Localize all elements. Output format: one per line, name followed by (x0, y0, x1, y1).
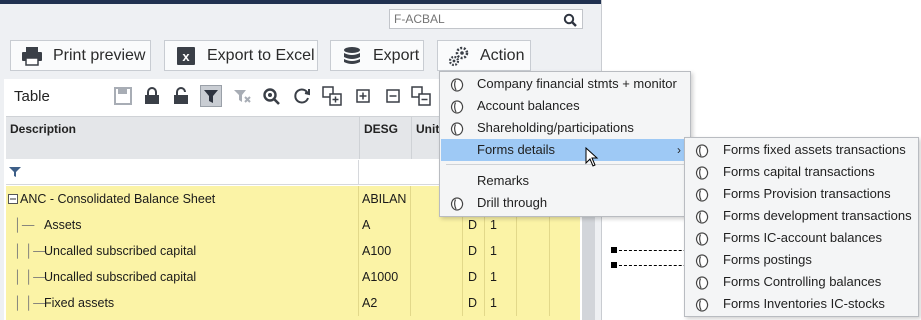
menu-item-shareholding[interactable]: Shareholding/participations (441, 117, 689, 139)
unlock-icon[interactable] (170, 85, 192, 107)
bookmark-icon (695, 187, 709, 202)
row-number: 1 (490, 270, 497, 284)
forms-submenu: Forms fixed assets transactions Forms ca… (684, 137, 919, 317)
clear-filter-icon[interactable] (231, 85, 253, 107)
submenu-item-inventories[interactable]: Forms Inventories IC-stocks (686, 293, 917, 315)
table-row[interactable]: │ │— Uncalled subscribed capital A100 D … (6, 238, 580, 265)
bookmark-icon (695, 209, 709, 224)
zoom-icon[interactable] (260, 85, 282, 107)
export-button[interactable]: Export (330, 40, 424, 71)
menu-item-account-balances[interactable]: Account balances (441, 95, 689, 117)
bookmark-icon (695, 231, 709, 246)
action-menu: Company financial stmts + monitor Accoun… (439, 71, 691, 217)
tree-connector: │ │— (14, 296, 46, 310)
search-input[interactable] (394, 11, 554, 27)
row-dc: D (468, 296, 478, 310)
menu-separator (446, 164, 684, 165)
tree-collapse-icon[interactable] (410, 85, 432, 107)
column-header-description[interactable]: Description (6, 117, 360, 159)
submenu-item-capital[interactable]: Forms capital transactions (686, 161, 917, 183)
menu-item-forms-details[interactable]: Forms details › (441, 139, 689, 161)
lock-icon[interactable] (141, 85, 163, 107)
selection-handle[interactable] (611, 262, 617, 268)
tree-connector: │— (14, 218, 35, 232)
table-row[interactable]: │ │— Uncalled subscribed capital A1000 D… (6, 264, 580, 291)
row-number: 1 (490, 296, 497, 310)
bookmark-icon (695, 165, 709, 180)
action-button[interactable]: Action (437, 40, 531, 71)
add-rows-icon[interactable] (321, 85, 343, 107)
expand-all-icon[interactable] (352, 85, 374, 107)
export-to-excel-button[interactable]: x Export to Excel (164, 40, 318, 71)
print-preview-label: Print preview (53, 46, 146, 64)
export-label: Export (373, 46, 420, 64)
row-description: Uncalled subscribed capital (44, 244, 197, 258)
bookmark-icon (450, 77, 464, 92)
row-desg: A100 (362, 244, 392, 258)
submenu-item-ic-account[interactable]: Forms IC-account balances (686, 227, 917, 249)
row-description: ANC - Consolidated Balance Sheet (20, 192, 216, 206)
menu-item-remarks[interactable]: Remarks (441, 170, 689, 192)
bookmark-icon (695, 297, 709, 312)
tree-connector: │ │— (14, 244, 46, 258)
row-desg: A2 (362, 296, 378, 310)
top-bar (0, 0, 601, 4)
bookmark-icon (450, 99, 464, 114)
svg-text:x: x (182, 49, 190, 64)
database-icon (339, 45, 365, 67)
row-dc: D (468, 244, 478, 258)
bookmark-icon (450, 121, 464, 136)
row-dc: D (468, 270, 478, 284)
row-desg: A1000 (362, 270, 399, 284)
print-preview-button[interactable]: Print preview (10, 40, 151, 71)
search-box[interactable] (389, 9, 583, 29)
collapse-all-icon[interactable] (382, 85, 404, 107)
row-description: Fixed assets (44, 296, 115, 310)
submenu-item-provision[interactable]: Forms Provision transactions (686, 183, 917, 205)
action-label: Action (480, 46, 525, 64)
search-icon[interactable] (563, 13, 577, 32)
column-header-desg[interactable]: DESG (360, 117, 412, 159)
bookmark-icon (695, 143, 709, 158)
refresh-icon[interactable] (291, 85, 313, 107)
row-number: 1 (490, 244, 497, 258)
submenu-item-controlling[interactable]: Forms Controlling balances (686, 271, 917, 293)
filter-icon[interactable] (200, 85, 222, 107)
submenu-item-development[interactable]: Forms development transactions (686, 205, 917, 227)
tree-toggle-icon[interactable] (8, 186, 18, 212)
table-row (6, 316, 580, 320)
printer-icon (19, 45, 45, 67)
bookmark-icon (695, 253, 709, 268)
menu-item-drill-through[interactable]: Drill through (441, 192, 689, 214)
save-icon[interactable] (112, 85, 134, 107)
export-to-excel-label: Export to Excel (207, 46, 315, 64)
submenu-item-postings[interactable]: Forms postings (686, 249, 917, 271)
table-row[interactable]: │ │— Fixed assets A2 D 1 (6, 290, 580, 317)
bookmark-icon (695, 275, 709, 290)
chevron-right-icon: › (677, 143, 681, 157)
table-title: Table (14, 88, 50, 105)
menu-item-company-financial[interactable]: Company financial stmts + monitor (441, 73, 689, 95)
row-filter-icon[interactable] (9, 165, 21, 183)
tree-connector: │ │— (14, 270, 46, 284)
bookmark-icon (450, 196, 464, 211)
submenu-item-fixed-assets[interactable]: Forms fixed assets transactions (686, 139, 917, 161)
gears-icon (446, 45, 472, 67)
row-description: Assets (44, 218, 82, 232)
selection-handle[interactable] (611, 247, 617, 253)
row-desg: A (362, 218, 371, 232)
row-description: Uncalled subscribed capital (44, 270, 197, 284)
mouse-cursor-icon (585, 146, 599, 172)
excel-icon: x (173, 45, 199, 67)
row-desg: ABILAN (362, 192, 407, 206)
